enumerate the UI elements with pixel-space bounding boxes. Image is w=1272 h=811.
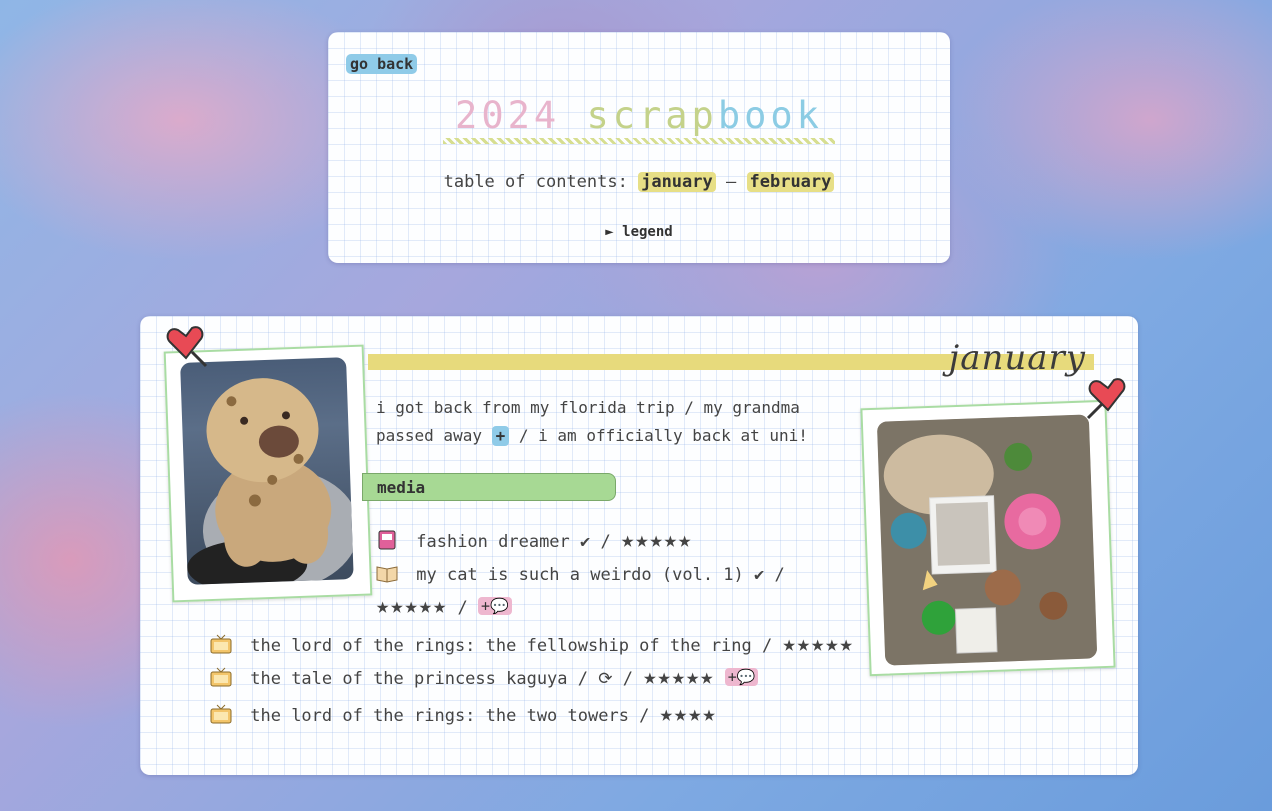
rating-stars: ★★★★★ xyxy=(621,528,693,553)
photo-memorial-flowers xyxy=(860,399,1116,677)
memorial-flowers-image xyxy=(876,414,1098,666)
media-title: fashion dreamer xyxy=(416,532,570,552)
toc-separator: – xyxy=(726,172,737,192)
plush-leopard-image xyxy=(187,378,354,585)
toc-link-february[interactable]: february xyxy=(746,172,835,192)
open-book-icon xyxy=(376,566,398,583)
tv-icon xyxy=(210,634,232,654)
go-back-button[interactable]: go back xyxy=(346,54,418,74)
tv-icon xyxy=(210,667,232,687)
photo-image xyxy=(180,357,354,585)
media-status: ✔ / xyxy=(580,532,611,552)
month-intro: i got back from my florida trip / my gra… xyxy=(376,394,846,450)
media-item: the lord of the rings: the two towers / … xyxy=(210,702,717,727)
photo-image xyxy=(876,414,1098,666)
title-scrap: scrap xyxy=(586,94,718,137)
month-title: january xyxy=(948,338,1086,378)
tv-icon xyxy=(210,704,232,724)
media-section-label: media xyxy=(362,473,616,501)
expand-note-button[interactable]: + xyxy=(491,426,510,446)
rating-stars: ★★★★★ xyxy=(782,632,854,657)
title-book: book xyxy=(717,94,823,137)
comment-chip-button[interactable]: +💬 xyxy=(477,597,512,615)
legend-toggle[interactable]: ► legend xyxy=(328,224,950,240)
media-item: my cat is such a weirdo (vol. 1) ✔ / xyxy=(376,563,785,585)
media-item: fashion dreamer ✔ / ★★★★★ xyxy=(376,528,692,553)
title-year: 2024 xyxy=(455,94,561,137)
rating-stars: ★★★★★ xyxy=(643,665,715,690)
media-title: the lord of the rings: the two towers / xyxy=(250,706,650,726)
media-item: the lord of the rings: the fellowship of… xyxy=(210,632,854,657)
table-of-contents: table of contents: january – february xyxy=(328,172,950,192)
month-section-january: january i got back from my florida trip … xyxy=(140,316,1138,775)
intro-line-2b: / i am officially back at uni! xyxy=(518,426,808,445)
intro-line-2a: passed away xyxy=(376,426,482,445)
intro-line-1: i got back from my florida trip / my gra… xyxy=(376,398,800,417)
toc-link-january[interactable]: january xyxy=(638,172,716,192)
rating-stars: ★★★★★ xyxy=(376,594,448,619)
header-card: go back 2024 scrapbook table of contents… xyxy=(328,32,950,263)
media-item: the tale of the princess kaguya / ⟳ / ★★… xyxy=(210,665,759,690)
page-title: 2024 scrapbook xyxy=(328,94,950,137)
heart-pin-icon xyxy=(1086,378,1126,420)
title-underline xyxy=(443,138,835,144)
comment-chip-button[interactable]: +💬 xyxy=(724,668,759,686)
media-title: my cat is such a weirdo (vol. 1) xyxy=(416,565,744,585)
media-item-continued: ★★★★★ / +💬 xyxy=(376,594,512,619)
heart-pin-icon xyxy=(166,326,208,368)
game-console-icon xyxy=(378,530,396,550)
toc-label: table of contents: xyxy=(443,172,628,192)
media-title: the lord of the rings: the fellowship of… xyxy=(250,636,773,656)
rating-stars: ★★★★ xyxy=(659,702,717,727)
media-status: ✔ / xyxy=(754,565,785,585)
photo-plush-leopard xyxy=(163,344,373,603)
media-title: the tale of the princess kaguya / ⟳ / xyxy=(250,669,633,689)
